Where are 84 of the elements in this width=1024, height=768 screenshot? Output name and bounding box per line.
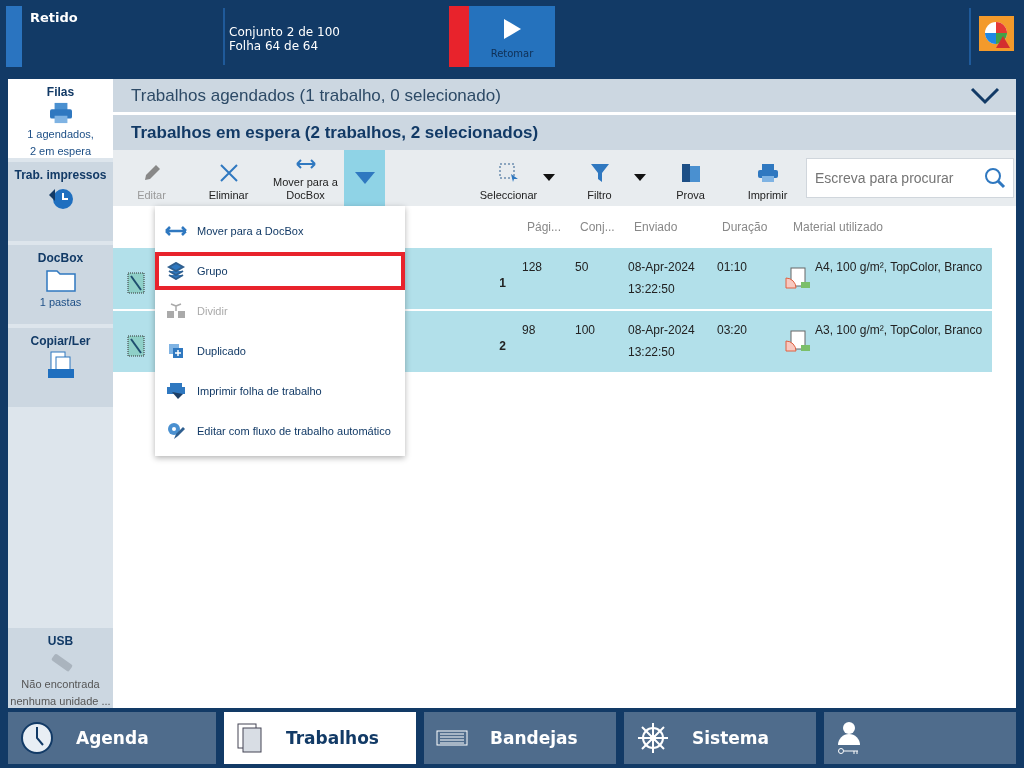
table-cell-text: 98 (522, 322, 537, 337)
menu-item[interactable]: Imprimir folha de trabalho (155, 372, 405, 410)
usb-status: Não encontrada (21, 677, 100, 691)
section-header[interactable]: Trabalhos em espera (2 trabalhos, 2 selecionados) (113, 115, 1016, 150)
nav-tab[interactable]: Sistema (624, 712, 816, 764)
play-icon (502, 18, 522, 40)
caret-down-icon[interactable] (543, 174, 555, 182)
folder-icon (45, 268, 76, 292)
alert-indicator (449, 6, 469, 67)
caret-down-icon (354, 172, 375, 184)
more-button[interactable] (344, 150, 385, 206)
sidebar-item[interactable]: Copiar/Ler (8, 328, 113, 407)
caret-down-icon[interactable] (634, 174, 646, 182)
table-cell-text: 50 (575, 259, 590, 274)
sidebar-info: 1 agendados, (27, 127, 94, 141)
document-icon (127, 335, 145, 357)
table-cell-text: 01:10 (717, 259, 749, 274)
table-cell-text: 13:22:50 (628, 345, 676, 359)
filter-icon (589, 163, 610, 183)
status-indicator (6, 6, 22, 67)
paper-icon (785, 329, 811, 353)
row-number: 1 (499, 275, 506, 290)
table-cell-text: A4, 100 g/m², TopColor, Branco (815, 260, 983, 276)
search-icon (984, 167, 1006, 189)
status-text: Retido (29, 9, 79, 27)
row-number: 2 (499, 338, 506, 353)
printer-icon (756, 163, 779, 183)
table-cell-text: 128 (522, 259, 544, 274)
menu-item[interactable]: Editar com fluxo de trabalho automático (155, 412, 405, 450)
printer-icon (165, 382, 187, 400)
close-icon (218, 163, 239, 183)
sidebar-info: 2 em espera (29, 144, 92, 158)
selection-icon (498, 163, 519, 183)
column-header[interactable]: Pági... (527, 220, 580, 234)
document-icon (127, 272, 145, 294)
sidebar-item[interactable]: Filas 1 agendados, 2 em espera (8, 79, 113, 158)
table-cell-text: A3, 100 g/m², TopColor, Branco (815, 323, 983, 339)
search-field[interactable]: Escreva para procurar (806, 158, 1014, 198)
table-cell-text: 08-Apr-2024 (628, 260, 696, 274)
column-header[interactable]: Duração (722, 220, 793, 234)
move-button[interactable]: Mover para a DocBox (267, 150, 344, 206)
select-button[interactable]: Seleccionar (470, 150, 547, 206)
clock-icon (20, 721, 54, 755)
double-arrow-icon (165, 224, 187, 238)
stack-icon (165, 262, 187, 280)
copier-icon (46, 351, 75, 379)
menu-item[interactable]: Mover para a DocBox (155, 212, 405, 250)
document-icon (680, 163, 701, 183)
nav-tab[interactable]: Agenda (8, 712, 216, 764)
table-cell-text: 100 (575, 322, 597, 337)
sidebar-info: 1 pastas (39, 295, 82, 309)
double-arrow-icon (295, 158, 316, 170)
table-cell-text: 08-Apr-2024 (628, 323, 696, 337)
nav-tab[interactable]: Trabalhos (224, 712, 416, 764)
column-header[interactable]: Conj... (580, 220, 634, 234)
proof-button[interactable]: Prova (652, 150, 729, 206)
ship-wheel-icon (636, 721, 670, 755)
tray-icon (436, 730, 468, 746)
sidebar-item[interactable]: DocBox 1 pastas (8, 245, 113, 324)
user-tab[interactable] (824, 712, 1016, 764)
delete-button[interactable]: Eliminar (190, 150, 267, 206)
section-header[interactable]: Trabalhos agendados (1 trabalho, 0 selecionado) (113, 79, 1016, 112)
table-cell-text: 13:22:50 (628, 282, 676, 296)
filter-button[interactable]: Filtro (561, 150, 638, 206)
split-icon (165, 303, 187, 319)
nav-tab[interactable]: Bandejas (424, 712, 616, 764)
user-key-icon (836, 721, 862, 755)
sidebar-item[interactable]: USB Não encontrada nenhuma unidade ... (8, 628, 113, 708)
progress-text: Conjunto 2 de 100 (229, 25, 341, 39)
column-header[interactable]: Enviado (634, 220, 722, 234)
column-header[interactable]: Material utilizado (793, 220, 992, 234)
gear-pencil-icon (165, 421, 187, 441)
table-cell-text: 03:20 (717, 322, 749, 337)
color-wheel-warning-icon[interactable] (979, 16, 1014, 51)
usb-status: nenhuma unidade ... (10, 694, 111, 708)
print-button[interactable]: Imprimir (729, 150, 806, 206)
progress-text: Folha 64 de 64 (229, 39, 320, 53)
sidebar-item[interactable]: Trab. impressos (8, 162, 113, 241)
menu-item[interactable]: Duplicado (155, 332, 405, 370)
paper-icon (785, 266, 811, 290)
documents-icon (236, 723, 264, 753)
menu-item[interactable]: Grupo (155, 252, 405, 290)
chevron-down-icon (970, 86, 1000, 105)
printer-icon (47, 102, 74, 124)
